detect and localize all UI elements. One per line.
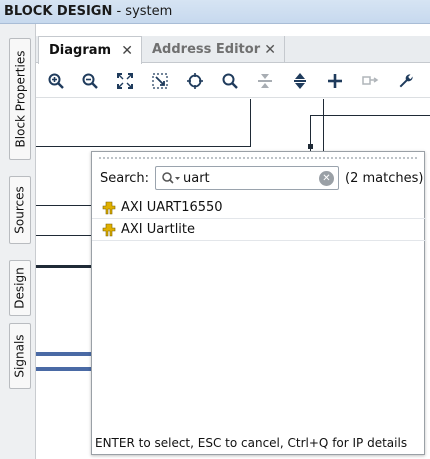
popup-hint: ENTER to select, ESC to cancel, Ctrl+Q f… bbox=[95, 436, 408, 450]
tab-diagram[interactable]: Diagram ✕ bbox=[38, 36, 142, 64]
clear-icon[interactable]: ✕ bbox=[319, 171, 334, 186]
side-tab-signals[interactable]: Signals bbox=[9, 323, 31, 389]
collapse-icon[interactable] bbox=[254, 70, 276, 92]
search-field[interactable]: ✕ bbox=[155, 166, 339, 190]
close-icon[interactable]: ✕ bbox=[121, 43, 133, 59]
side-tab-rail: Block Properties Sources Design Signals bbox=[0, 24, 36, 459]
search-row: Search: ✕ (2 matches) bbox=[92, 164, 426, 194]
add-ip-popup: Search: ✕ (2 matches) AXI UART16550 AXI … bbox=[91, 151, 426, 455]
diagram-toolbar bbox=[36, 64, 430, 98]
drag-handle[interactable] bbox=[98, 156, 418, 160]
wrench-icon[interactable] bbox=[395, 70, 417, 92]
search-label: Search: bbox=[100, 171, 150, 186]
expand-collapse-icon[interactable] bbox=[289, 70, 311, 92]
tab-label: Address Editor bbox=[152, 42, 261, 57]
wire bbox=[310, 115, 430, 116]
list-item[interactable]: AXI Uartlite bbox=[92, 219, 426, 241]
add-ip-icon[interactable] bbox=[324, 70, 346, 92]
bus bbox=[36, 352, 96, 356]
result-label: AXI Uartlite bbox=[121, 222, 196, 237]
tab-label: Diagram bbox=[49, 43, 112, 58]
title-block-design: BLOCK DESIGN bbox=[4, 4, 113, 19]
wire bbox=[36, 146, 251, 147]
side-tab-label: Signals bbox=[13, 334, 27, 378]
wire bbox=[36, 205, 96, 206]
side-tab-sources[interactable]: Sources bbox=[9, 176, 31, 244]
wire-junction bbox=[308, 144, 313, 149]
results-list: AXI UART16550 AXI Uartlite bbox=[92, 197, 426, 241]
result-label: AXI UART16550 bbox=[121, 200, 223, 215]
side-tab-label: Sources bbox=[13, 186, 27, 234]
tab-address-editor[interactable]: Address Editor ✕ bbox=[142, 36, 285, 63]
locate-icon[interactable] bbox=[184, 70, 206, 92]
zoom-fit-selection-icon[interactable] bbox=[149, 70, 171, 92]
ip-icon bbox=[102, 201, 116, 214]
zoom-out-icon[interactable] bbox=[79, 70, 101, 92]
search-icon bbox=[162, 172, 180, 184]
search-icon[interactable] bbox=[219, 70, 241, 92]
match-count: (2 matches) bbox=[345, 171, 424, 186]
wire bbox=[250, 99, 251, 146]
editor-tab-strip: Diagram ✕ Address Editor ✕ bbox=[36, 36, 430, 64]
side-tab-block-properties[interactable]: Block Properties bbox=[9, 38, 31, 160]
wire bbox=[36, 265, 96, 268]
connect-icon[interactable] bbox=[359, 70, 381, 92]
ip-icon bbox=[102, 223, 116, 236]
list-item[interactable]: AXI UART16550 bbox=[92, 197, 426, 219]
fit-full-icon[interactable] bbox=[114, 70, 136, 92]
bus bbox=[36, 367, 96, 371]
zoom-in-icon[interactable] bbox=[45, 70, 67, 92]
search-input[interactable] bbox=[183, 169, 311, 187]
wire bbox=[36, 235, 96, 236]
side-tab-label: Design bbox=[13, 267, 27, 309]
close-icon[interactable]: ✕ bbox=[264, 42, 276, 58]
window-title: BLOCK DESIGN - system bbox=[0, 0, 430, 24]
side-tab-design[interactable]: Design bbox=[9, 260, 31, 316]
side-tab-label: Block Properties bbox=[13, 50, 28, 148]
title-design-name: - system bbox=[112, 4, 173, 19]
